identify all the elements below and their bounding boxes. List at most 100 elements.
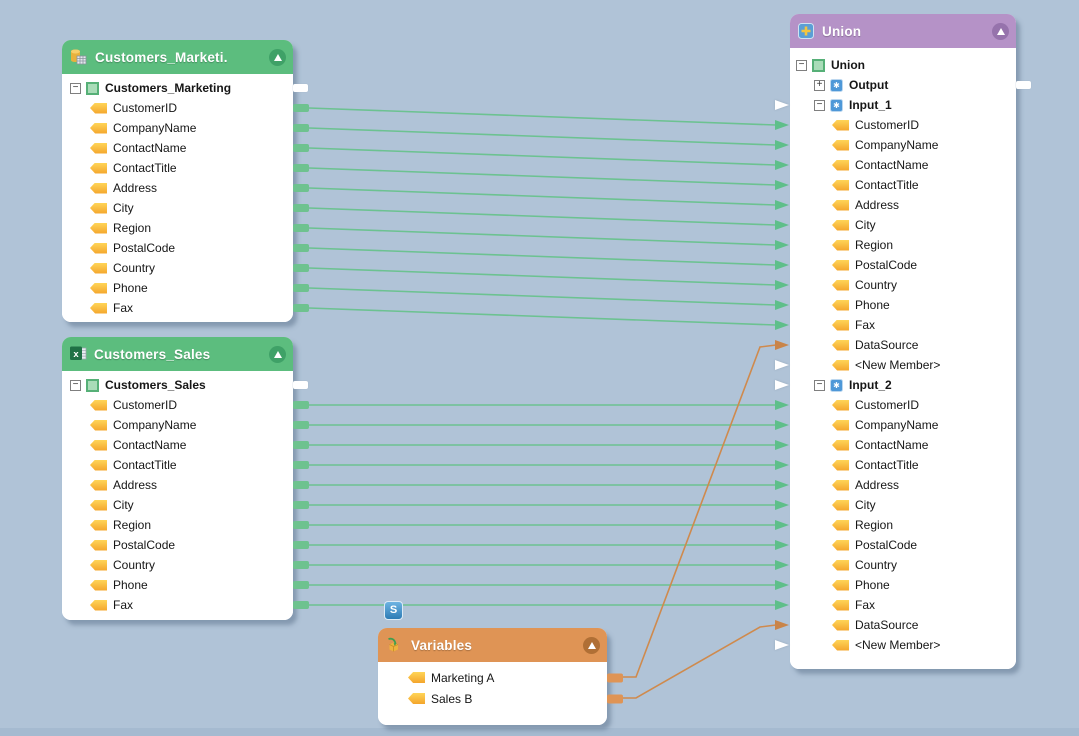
component-header[interactable]: x Customers_Sales <box>62 337 293 371</box>
field-label: ContactName <box>855 438 928 452</box>
field-row[interactable]: Phone <box>790 575 1016 595</box>
field-row[interactable]: ContactTitle <box>790 175 1016 195</box>
field-row[interactable]: DataSource <box>790 335 1016 355</box>
collapse-toggle[interactable]: − <box>70 380 81 391</box>
field-row[interactable]: PostalCode <box>62 238 293 258</box>
field-label: ContactTitle <box>855 458 919 472</box>
field-icon <box>832 420 849 431</box>
field-icon <box>832 480 849 491</box>
collapse-button[interactable] <box>992 23 1009 40</box>
field-label: PostalCode <box>855 538 917 552</box>
field-row[interactable]: Fax <box>62 298 293 318</box>
collapse-button[interactable] <box>269 346 286 363</box>
field-label: Region <box>855 238 893 252</box>
field-row[interactable]: CompanyName <box>62 415 293 435</box>
field-icon <box>90 420 107 431</box>
triangle-up-icon <box>588 642 596 649</box>
variable-row[interactable]: Sales B <box>378 688 607 709</box>
collapse-toggle[interactable]: − <box>814 380 825 391</box>
field-row[interactable]: <New Member> <box>790 635 1016 655</box>
field-row[interactable]: Region <box>62 218 293 238</box>
field-row[interactable]: CustomerID <box>790 115 1016 135</box>
field-row[interactable]: ContactName <box>790 155 1016 175</box>
component-variables[interactable]: Variables Marketing A Sales B <box>378 628 607 725</box>
field-row[interactable]: ContactName <box>790 435 1016 455</box>
field-row[interactable]: DataSource <box>790 615 1016 635</box>
output-row[interactable]: + ✱ Output <box>790 75 1016 95</box>
component-customers-sales[interactable]: x Customers_Sales − Customers_Sales Cust… <box>62 337 293 620</box>
field-row[interactable]: City <box>62 198 293 218</box>
component-union[interactable]: Union − Union + ✱ Output − ✱ Input_1 <box>790 14 1016 669</box>
component-title: Variables <box>411 638 576 653</box>
variable-row[interactable]: Marketing A <box>378 667 607 688</box>
excel-icon: x <box>69 345 87 363</box>
field-row[interactable]: Address <box>62 475 293 495</box>
component-header[interactable]: Variables <box>378 628 607 662</box>
field-row[interactable]: Address <box>790 475 1016 495</box>
field-row[interactable]: Country <box>62 258 293 278</box>
field-icon <box>90 500 107 511</box>
field-row[interactable]: Fax <box>790 595 1016 615</box>
field-row[interactable]: Phone <box>62 575 293 595</box>
field-label: CustomerID <box>855 398 919 412</box>
component-customers-marketing[interactable]: Customers_Marketi. − Customers_Marketing… <box>62 40 293 322</box>
field-row[interactable]: PostalCode <box>62 535 293 555</box>
input2-row[interactable]: − ✱ Input_2 <box>790 375 1016 395</box>
field-row[interactable]: CustomerID <box>62 98 293 118</box>
component-header[interactable]: Union <box>790 14 1016 48</box>
field-row[interactable]: Region <box>790 235 1016 255</box>
field-row[interactable]: City <box>62 495 293 515</box>
field-row[interactable]: Phone <box>790 295 1016 315</box>
field-icon <box>832 260 849 271</box>
field-row[interactable]: CustomerID <box>62 395 293 415</box>
field-label: ContactTitle <box>113 161 177 175</box>
mapping-canvas[interactable]: Customers_Marketi. − Customers_Marketing… <box>0 0 1079 736</box>
field-row[interactable]: ContactTitle <box>62 455 293 475</box>
field-row[interactable]: CompanyName <box>790 135 1016 155</box>
field-row[interactable]: Address <box>790 195 1016 215</box>
field-row[interactable]: ContactName <box>62 435 293 455</box>
collapse-toggle[interactable]: − <box>796 60 807 71</box>
field-row[interactable]: Country <box>790 275 1016 295</box>
expand-toggle[interactable]: + <box>814 80 825 91</box>
input1-row[interactable]: − ✱ Input_1 <box>790 95 1016 115</box>
field-row[interactable]: Region <box>62 515 293 535</box>
field-list: CustomerID CompanyName ContactName Conta… <box>62 98 293 318</box>
field-row[interactable]: CompanyName <box>790 415 1016 435</box>
field-row[interactable]: Phone <box>62 278 293 298</box>
collapse-button[interactable] <box>583 637 600 654</box>
collapse-toggle[interactable]: − <box>814 100 825 111</box>
field-row[interactable]: ContactTitle <box>62 158 293 178</box>
field-row[interactable]: Country <box>62 555 293 575</box>
field-icon <box>832 340 849 351</box>
sequence-node-icon: ✱ <box>830 99 843 112</box>
field-label: CompanyName <box>855 418 938 432</box>
collapse-toggle[interactable]: − <box>70 83 81 94</box>
string-type-badge: S <box>384 601 403 620</box>
field-row[interactable]: ContactTitle <box>790 455 1016 475</box>
field-row[interactable]: PostalCode <box>790 255 1016 275</box>
field-icon <box>832 440 849 451</box>
tree-root-row[interactable]: − Customers_Marketing <box>62 78 293 98</box>
field-row[interactable]: City <box>790 215 1016 235</box>
field-row[interactable]: CustomerID <box>790 395 1016 415</box>
field-row[interactable]: ContactName <box>62 138 293 158</box>
field-row[interactable]: Fax <box>790 315 1016 335</box>
field-label: Fax <box>855 318 875 332</box>
field-row[interactable]: PostalCode <box>790 535 1016 555</box>
field-row[interactable]: <New Member> <box>790 355 1016 375</box>
field-row[interactable]: City <box>790 495 1016 515</box>
field-label: Country <box>113 558 155 572</box>
field-row[interactable]: Country <box>790 555 1016 575</box>
field-row[interactable]: Region <box>790 515 1016 535</box>
collapse-button[interactable] <box>269 49 286 66</box>
component-header[interactable]: Customers_Marketi. <box>62 40 293 74</box>
field-row[interactable]: CompanyName <box>62 118 293 138</box>
field-row[interactable]: Fax <box>62 595 293 615</box>
field-row[interactable]: Address <box>62 178 293 198</box>
union-icon <box>797 22 815 40</box>
tree-root-row[interactable]: − Customers_Sales <box>62 375 293 395</box>
database-icon <box>69 48 88 66</box>
field-icon <box>832 580 849 591</box>
tree-root-row[interactable]: − Union <box>790 55 1016 75</box>
